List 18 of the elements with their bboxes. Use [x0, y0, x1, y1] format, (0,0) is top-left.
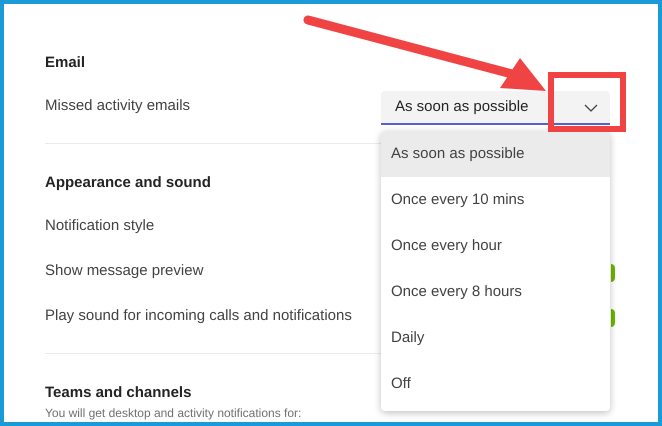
dropdown-option[interactable]: Once every 8 hours [381, 269, 610, 315]
dropdown-option[interactable]: Off [381, 361, 610, 407]
dropdown-option[interactable]: As soon as possible [381, 131, 610, 177]
setting-label: Show message preview [45, 261, 204, 282]
setting-label: Missed activity emails [45, 96, 190, 116]
chevron-down-icon [584, 104, 598, 112]
dropdown-option[interactable]: Once every hour [381, 223, 610, 269]
section-heading: Email [45, 53, 86, 73]
setting-label: Play sound for incoming calls and notifications [45, 306, 352, 326]
section-heading: Teams and channels [45, 383, 192, 403]
frequency-dropdown[interactable]: As soon as possible [381, 91, 610, 125]
dropdown-option[interactable]: Once every 10 mins [381, 177, 610, 223]
dropdown-option[interactable]: Daily [381, 315, 610, 361]
setting-label: Notification style [45, 216, 154, 236]
section-note: You will get desktop and activity notifications for: [45, 406, 302, 420]
toggle-switch[interactable] [611, 309, 615, 327]
section-heading: Appearance and sound [45, 173, 211, 193]
toggle-switch[interactable] [611, 264, 615, 282]
